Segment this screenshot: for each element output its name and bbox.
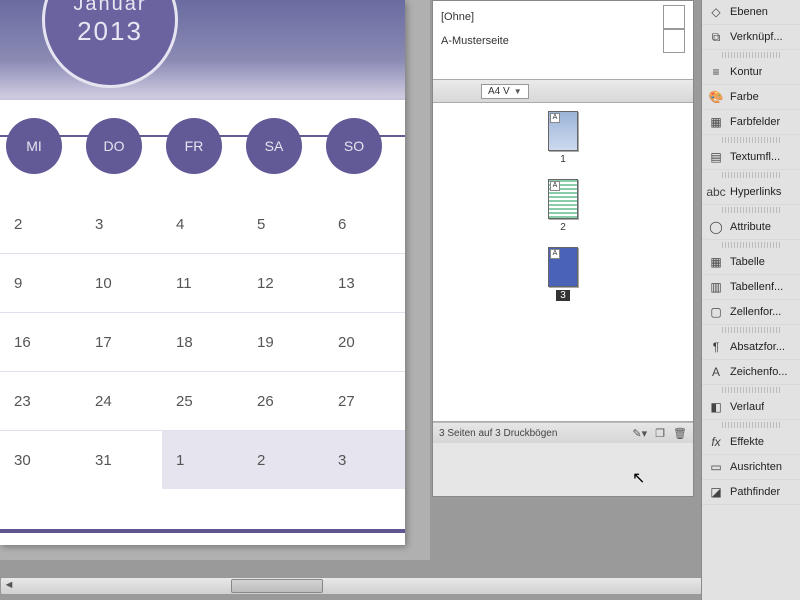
tablestyles-icon: ▥	[708, 279, 724, 295]
pages-status-bar: 3 Seiten auf 3 Druckbögen ✎▾ ❐ 🗑	[433, 422, 693, 443]
panel-farbe[interactable]: 🎨Farbe	[702, 85, 800, 110]
color-icon: 🎨	[708, 89, 724, 105]
weekday-do: DO	[86, 118, 142, 174]
page-number: 3	[556, 290, 570, 301]
pages-toolbar: A4 V ▼	[433, 80, 693, 103]
master-thumb-icon	[663, 29, 685, 53]
page-number: 2	[560, 222, 566, 233]
pages-list[interactable]: A 1 A 2 A 3	[433, 103, 693, 422]
panel-verknupfungen[interactable]: ⧉Verknüpf...	[702, 25, 800, 50]
links-icon: ⧉	[708, 29, 724, 45]
table-icon: ▦	[708, 254, 724, 270]
page-number: 1	[560, 154, 566, 165]
panel-effekte[interactable]: fxEffekte	[702, 430, 800, 455]
hyperlinks-icon: abc	[708, 184, 724, 200]
weekday-so: SO	[326, 118, 382, 174]
attributes-icon: ◯	[708, 219, 724, 235]
gradient-icon: ◧	[708, 399, 724, 415]
panel-tabelle[interactable]: ▦Tabelle	[702, 250, 800, 275]
swatches-icon: ▦	[708, 114, 724, 130]
page-thumb-icon: A	[548, 179, 578, 219]
pathfinder-icon: ◪	[708, 484, 724, 500]
calendar-document: Januar 2013 MI DO FR SA SO 23456 9101112…	[0, 0, 405, 545]
document-canvas[interactable]: Januar 2013 MI DO FR SA SO 23456 9101112…	[0, 0, 430, 560]
master-pages-list[interactable]: [Ohne] A-Musterseite	[433, 1, 693, 80]
page-thumb-icon: A	[548, 111, 578, 151]
month-label: Januar	[45, 0, 175, 16]
textwrap-icon: ▤	[708, 149, 724, 165]
edit-page-icon[interactable]: ✎▾	[632, 427, 647, 440]
master-a-label: A-Musterseite	[441, 35, 509, 47]
panel-farbfelder[interactable]: ▦Farbfelder	[702, 110, 800, 135]
year-label: 2013	[45, 16, 175, 47]
page-item[interactable]: A 3	[433, 247, 693, 301]
delete-page-icon[interactable]: 🗑	[673, 427, 687, 440]
scroll-thumb[interactable]	[231, 579, 323, 593]
panel-zeichenformate[interactable]: AZeichenfo...	[702, 360, 800, 385]
horizontal-scrollbar[interactable]: ◄ ►	[0, 577, 722, 595]
effects-icon: fx	[708, 434, 724, 450]
panel-zellenformate[interactable]: ▢Zellenfor...	[702, 300, 800, 325]
charstyles-icon: A	[708, 364, 724, 380]
panel-verlauf[interactable]: ◧Verlauf	[702, 395, 800, 420]
panel-tabellenformate[interactable]: ▥Tabellenf...	[702, 275, 800, 300]
panel-kontur[interactable]: ≡Kontur	[702, 60, 800, 85]
panel-ausrichten[interactable]: ▭Ausrichten	[702, 455, 800, 480]
page-thumb-icon: A	[548, 247, 578, 287]
right-panel-dock: ◇Ebenen ⧉Verknüpf... ≡Kontur 🎨Farbe ▦Far…	[701, 0, 800, 600]
pages-status-text: 3 Seiten auf 3 Druckbögen	[439, 428, 557, 439]
panel-absatzformate[interactable]: ¶Absatzfor...	[702, 335, 800, 360]
panel-ebenen[interactable]: ◇Ebenen	[702, 0, 800, 25]
master-a-row[interactable]: A-Musterseite	[441, 29, 685, 53]
scroll-left-icon[interactable]: ◄	[1, 578, 17, 592]
master-thumb-icon	[663, 5, 685, 29]
weekday-mi: MI	[6, 118, 62, 174]
weekday-row: MI DO FR SA SO	[0, 108, 405, 178]
panel-attribute[interactable]: ◯Attribute	[702, 215, 800, 240]
pages-panel: [Ohne] A-Musterseite A4 V ▼ A 1 A 2 A 3 …	[432, 0, 694, 497]
weekday-sa: SA	[246, 118, 302, 174]
stroke-icon: ≡	[708, 64, 724, 80]
weekday-fr: FR	[166, 118, 222, 174]
chevron-down-icon: ▼	[514, 87, 522, 96]
layers-icon: ◇	[708, 4, 724, 20]
calendar-grid: 23456 910111213 1617181920 2324252627 30…	[0, 195, 405, 489]
cellstyles-icon: ▢	[708, 304, 724, 320]
page-size-selector[interactable]: A4 V ▼	[481, 84, 529, 99]
panel-textumfluss[interactable]: ▤Textumfl...	[702, 145, 800, 170]
align-icon: ▭	[708, 459, 724, 475]
new-page-icon[interactable]: ❐	[655, 427, 665, 440]
page-item[interactable]: A 2	[433, 179, 693, 233]
panel-pathfinder[interactable]: ◪Pathfinder	[702, 480, 800, 505]
parastyles-icon: ¶	[708, 339, 724, 355]
master-none-label: [Ohne]	[441, 11, 474, 23]
page-size-label: A4 V	[488, 86, 510, 97]
master-none-row[interactable]: [Ohne]	[441, 5, 685, 29]
page-item[interactable]: A 1	[433, 111, 693, 165]
panel-hyperlinks[interactable]: abcHyperlinks	[702, 180, 800, 205]
